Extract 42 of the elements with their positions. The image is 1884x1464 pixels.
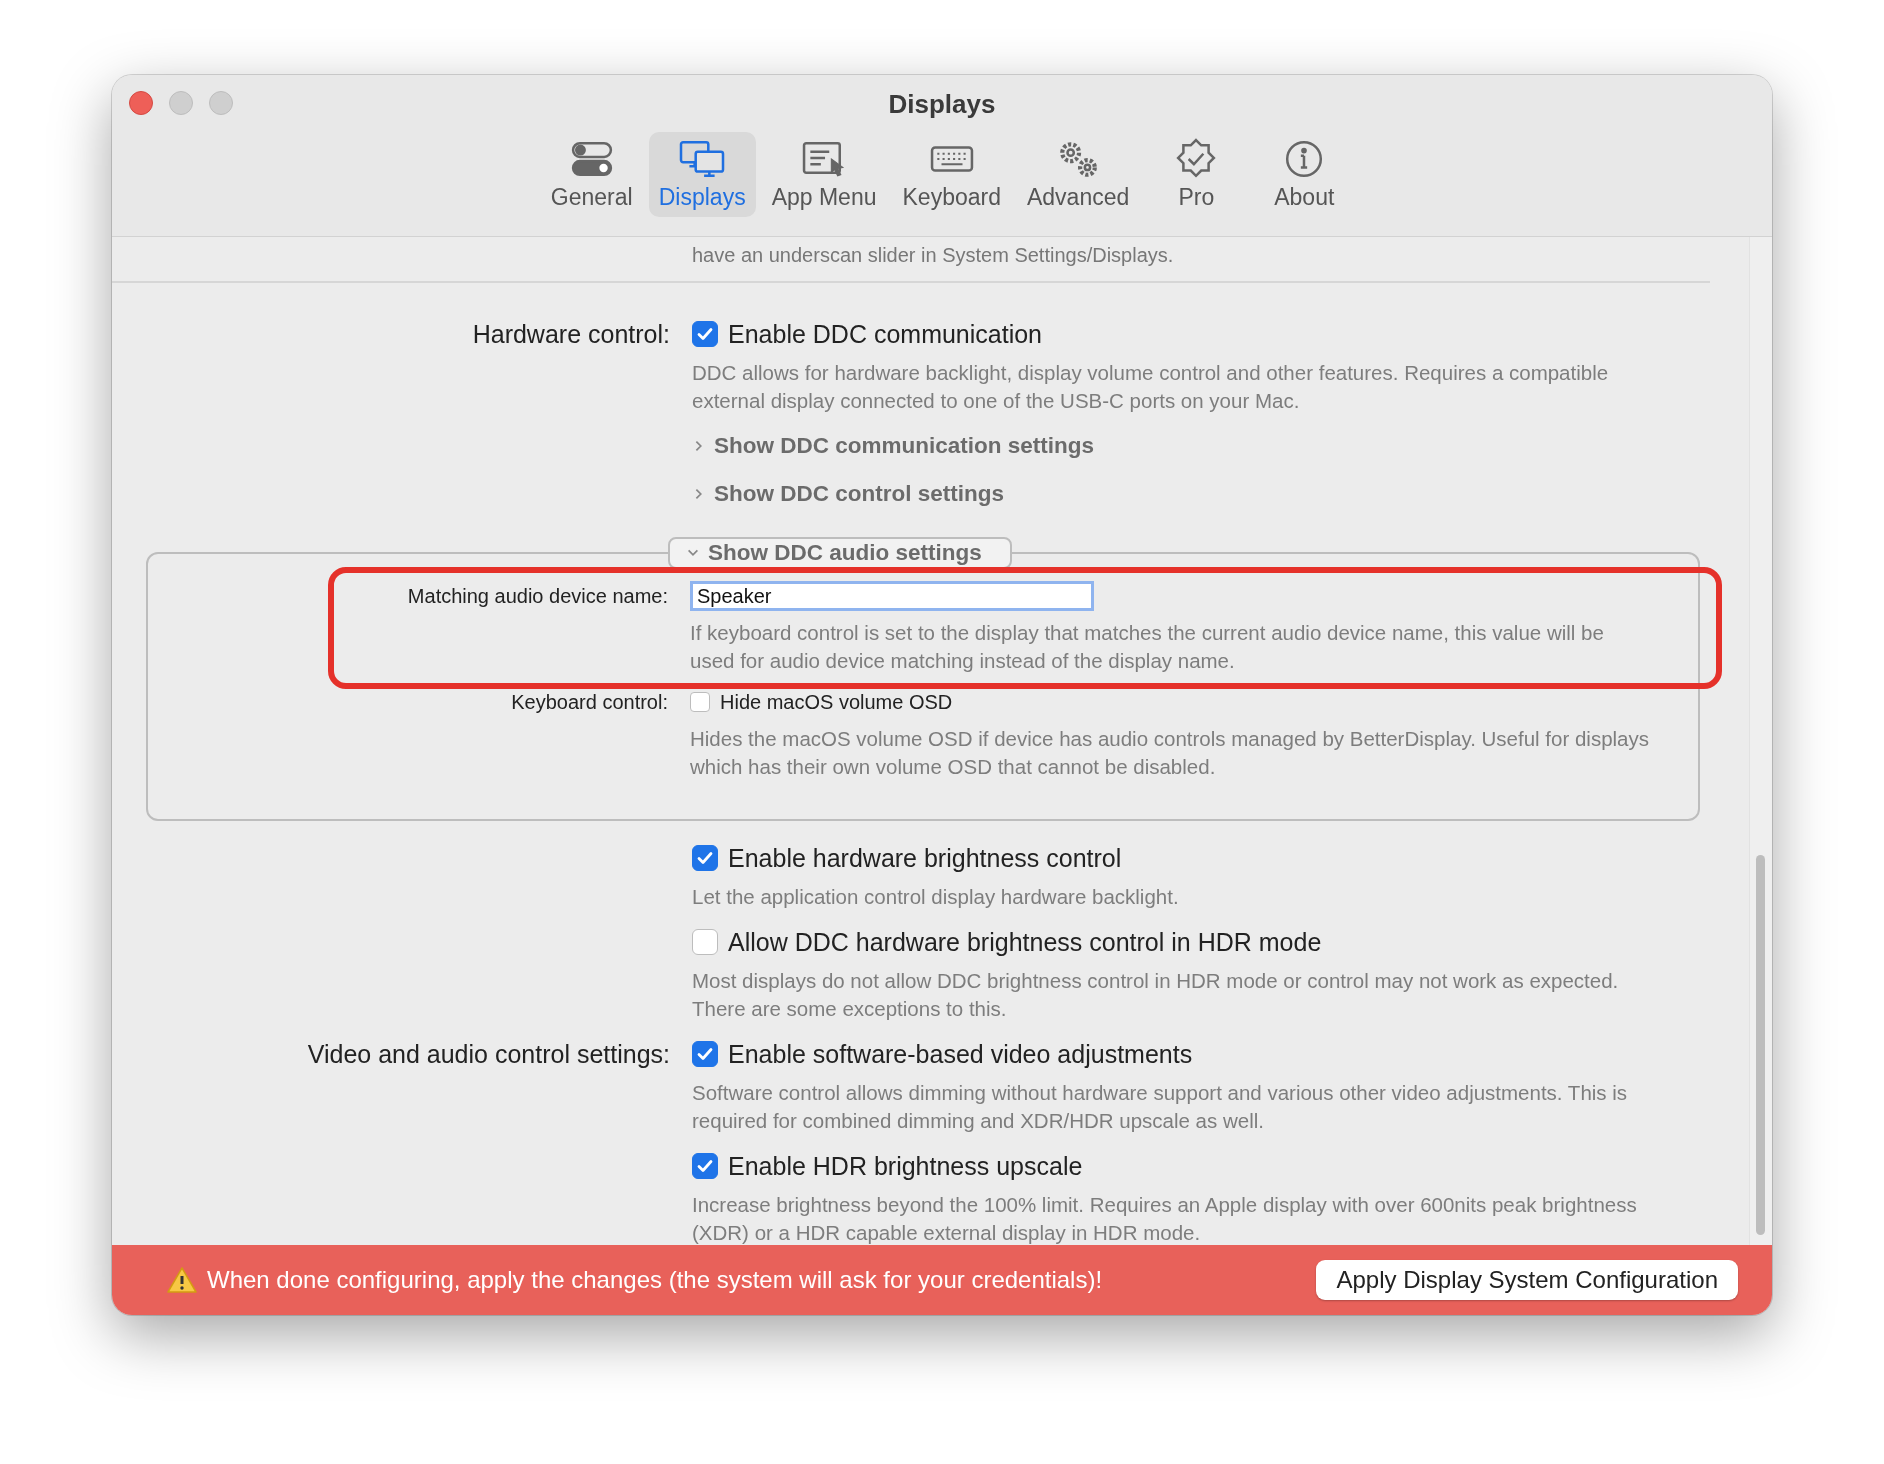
toolbar-tab[interactable]: About xyxy=(1253,132,1356,217)
checkbox-label: Hide macOS volume OSD xyxy=(720,690,953,714)
checkbox[interactable] xyxy=(692,1153,718,1179)
disclosure-toggle[interactable]: Show DDC audio settings xyxy=(668,537,1012,569)
toolbar-tab[interactable]: Displays xyxy=(648,132,756,217)
toolbar-tab[interactable]: Advanced xyxy=(1016,132,1140,217)
description-text: Let the application control display hardware backlight. xyxy=(692,884,1180,910)
warning-icon xyxy=(167,1266,197,1294)
row-label: Matching audio device name: xyxy=(406,584,668,609)
text-field[interactable]: Speaker xyxy=(690,581,1094,611)
toolbar-tab[interactable]: App Menu xyxy=(761,132,887,217)
checkbox-label: Enable hardware brightness control xyxy=(728,843,1122,873)
description-text: have an underscan slider in System Settings/Displays. xyxy=(692,243,1175,268)
scrollbar-thumb[interactable] xyxy=(1756,855,1765,1235)
checkbox[interactable] xyxy=(690,692,710,712)
checkbox-label: Enable software-based video adjustments xyxy=(728,1039,1193,1069)
checkbox-label: Enable HDR brightness upscale xyxy=(728,1151,1083,1181)
checkbox[interactable] xyxy=(692,929,718,955)
description-text: Software control allows dimming without hardware support and various other video adjustments. This is required for combined dimming and XDR/HDR upscale as well. xyxy=(692,1080,1629,1134)
disclosure-toggle[interactable]: Show DDC control settings xyxy=(692,477,1004,511)
checkbox[interactable] xyxy=(692,321,718,347)
apply-button[interactable]: Apply Display System Configuration xyxy=(1316,1260,1738,1300)
window-title: Displays xyxy=(888,88,996,120)
monitors-icon xyxy=(678,138,727,180)
row-label: Keyboard control: xyxy=(510,690,668,715)
description-text: Most displays do not allow DDC brightness control in HDR mode or control may not work as expected. There are some exceptions to this. xyxy=(692,968,1620,1022)
checkbox-label: Allow DDC hardware brightness control in HDR mode xyxy=(728,927,1322,957)
row-label: Video and audio control settings: xyxy=(306,1039,670,1070)
toolbar-tab[interactable]: Keyboard xyxy=(892,132,1011,217)
checkbox-label: Enable DDC communication xyxy=(728,319,1043,349)
checkbox[interactable] xyxy=(692,1041,718,1067)
description-text: Increase brightness beyond the 100% limit. Requires an Apple display with over 600nits peak brightness (XDR) or a HDR capable external display in HDR mode. xyxy=(692,1192,1638,1246)
disclosure-toggle[interactable]: Show DDC communication settings xyxy=(692,429,1095,463)
warning-text: When done configuring, apply the changes (the system will ask for your credentials)! xyxy=(207,1266,1104,1294)
description-text: If keyboard control is set to the display that matches the current audio device name, this value will be used for audio device matching instead of the display name. xyxy=(690,620,1605,674)
description-text: Hides the macOS volume OSD if device has audio controls managed by BetterDisplay. Useful for displays which has their own volume OSD that cannot be disabled. xyxy=(690,726,1650,780)
close-button[interactable] xyxy=(129,91,153,115)
description-text: DDC allows for hardware backlight, display volume control and other features. Requires a compatible external display connected to one of the USB-C ports on your Mac. xyxy=(692,360,1610,414)
toolbar-tab[interactable]: General xyxy=(540,132,643,217)
row-label: Hardware control: xyxy=(471,319,670,350)
checkbox[interactable] xyxy=(692,845,718,871)
toolbar-tab[interactable]: Pro xyxy=(1145,132,1248,217)
